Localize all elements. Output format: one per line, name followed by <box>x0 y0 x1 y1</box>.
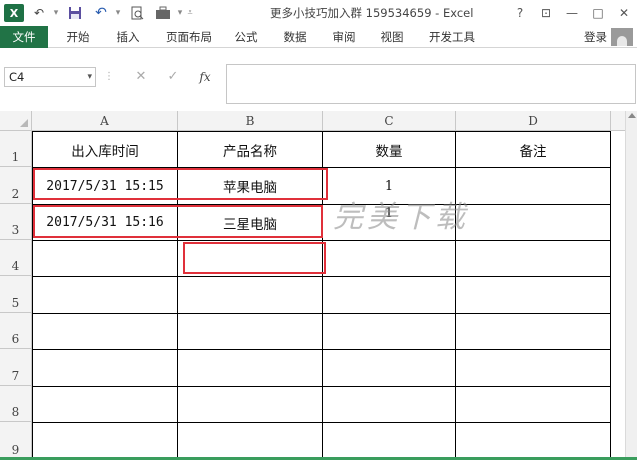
scroll-up-icon[interactable] <box>628 113 636 118</box>
title-bar: X ↶ ▾ ↶ ▾ ▾ ⩡ 更多小技巧加入群 159534659 - Excel… <box>0 0 637 26</box>
highlight-box-row-2 <box>33 168 328 200</box>
tab-view[interactable]: 视图 <box>370 26 414 48</box>
row-header-9[interactable]: 9 <box>0 422 32 460</box>
tab-page-layout[interactable]: 页面布局 <box>156 26 222 48</box>
chevron-down-icon[interactable]: ▾ <box>87 68 92 86</box>
tab-review[interactable]: 审阅 <box>322 26 366 48</box>
row-header-1[interactable]: 1 <box>0 131 32 167</box>
cell-b1[interactable]: 产品名称 <box>178 132 322 167</box>
tab-home[interactable]: 开始 <box>56 26 100 48</box>
column-header-c[interactable]: C <box>323 111 456 131</box>
row-header-2[interactable]: 2 <box>0 167 32 204</box>
table-border <box>610 131 611 460</box>
vertical-scrollbar[interactable] <box>625 111 637 460</box>
ribbon-tabs: 文件 开始 插入 页面布局 公式 数据 审阅 视图 开发工具 登录 <box>0 26 637 48</box>
column-header-d[interactable]: D <box>456 111 611 131</box>
column-header-b[interactable]: B <box>178 111 323 131</box>
row-header-3[interactable]: 3 <box>0 204 32 240</box>
column-header-a[interactable]: A <box>32 111 178 131</box>
avatar[interactable] <box>611 28 633 46</box>
tab-insert[interactable]: 插入 <box>106 26 150 48</box>
row-header-8[interactable]: 8 <box>0 386 32 422</box>
formula-input[interactable] <box>226 64 636 104</box>
briefcase-icon[interactable] <box>152 3 174 23</box>
select-all-button[interactable] <box>0 111 32 131</box>
cell-d2[interactable] <box>456 168 610 204</box>
row-header-4[interactable]: 4 <box>0 240 32 276</box>
undo-icon[interactable]: ↶ <box>90 3 112 23</box>
customize-qat-icon[interactable]: ⩡ <box>186 3 194 23</box>
tab-file[interactable]: 文件 <box>0 26 48 48</box>
column-header-e[interactable] <box>611 111 625 131</box>
row-header-5[interactable]: 5 <box>0 276 32 313</box>
highlight-box-row-3 <box>33 205 323 238</box>
chevron-down-icon[interactable]: ▾ <box>52 3 60 23</box>
cell-c1[interactable]: 数量 <box>323 132 455 167</box>
minimize-icon[interactable]: — <box>559 0 585 26</box>
worksheet-grid: A B C D 1 2 3 4 5 6 7 8 9 出入库时间 产品名称 数量 … <box>0 111 637 460</box>
formula-bar: C4 ▾ ⋮ ✕ ✓ fx <box>0 49 637 111</box>
quick-access-toolbar: X ↶ ▾ ↶ ▾ ▾ ⩡ <box>0 0 194 26</box>
row-header-7[interactable]: 7 <box>0 349 32 386</box>
watermark-text: 完美下载 <box>333 200 469 235</box>
sign-in-link[interactable]: 登录 <box>584 26 607 48</box>
tab-developer[interactable]: 开发工具 <box>420 26 484 48</box>
chevron-down-icon[interactable]: ▾ <box>114 3 122 23</box>
window-controls: ? ⊡ — □ ✕ <box>507 0 637 26</box>
row-header-6[interactable]: 6 <box>0 313 32 349</box>
chevron-down-icon[interactable]: ▾ <box>176 3 184 23</box>
formula-bar-grip-icon: ⋮ <box>104 71 114 82</box>
ribbon-display-options-icon[interactable]: ⊡ <box>533 0 559 26</box>
excel-logo-icon: X <box>4 4 24 22</box>
enter-icon[interactable]: ✓ <box>162 67 184 87</box>
selected-cell-c4-box <box>183 242 326 274</box>
undo-dropdown-icon[interactable]: ↶ <box>28 3 50 23</box>
name-box-value: C4 <box>9 70 25 84</box>
cell-d1[interactable]: 备注 <box>456 132 610 167</box>
name-box[interactable]: C4 ▾ <box>4 67 96 87</box>
cell-d3[interactable] <box>456 205 610 240</box>
tab-data[interactable]: 数据 <box>273 26 317 48</box>
cell-a1[interactable]: 出入库时间 <box>33 132 177 167</box>
print-preview-icon[interactable] <box>126 3 148 23</box>
close-icon[interactable]: ✕ <box>611 0 637 26</box>
maximize-icon[interactable]: □ <box>585 0 611 26</box>
insert-function-button[interactable]: fx <box>194 67 216 87</box>
help-icon[interactable]: ? <box>507 0 533 26</box>
save-icon[interactable] <box>64 3 86 23</box>
window-title: 更多小技巧加入群 159534659 - Excel <box>270 6 474 20</box>
cancel-icon[interactable]: ✕ <box>130 67 152 87</box>
tab-formulas[interactable]: 公式 <box>226 26 266 48</box>
